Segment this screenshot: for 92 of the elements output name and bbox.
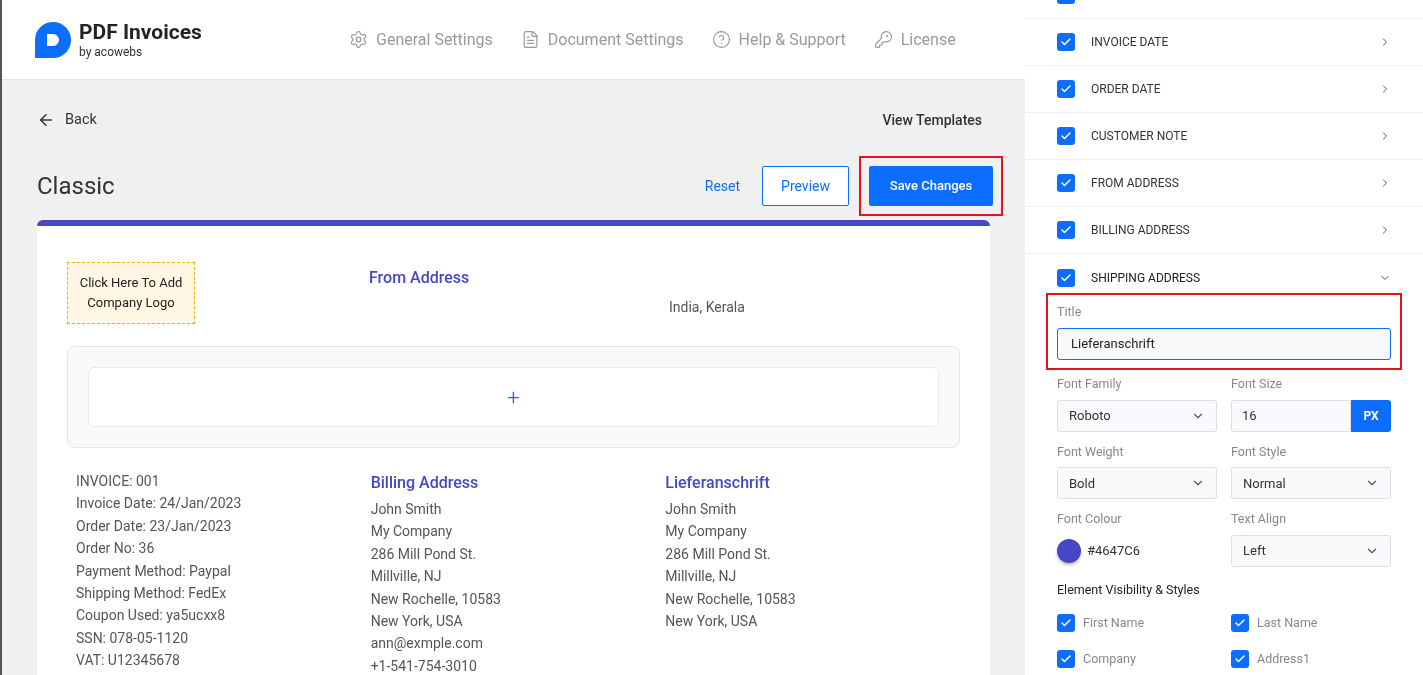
section-label: CUSTOMER NOTE [1091,128,1189,145]
address-heading: Lieferanschrift [665,472,771,494]
unit-button[interactable]: PX [1351,399,1391,432]
visibility-checkbox[interactable] [1057,614,1075,633]
address-line: 286 Mill Pond St. [370,544,478,564]
back-link[interactable]: Back [37,109,97,131]
help-icon [711,30,731,49]
brand-tagline: by acowebs [79,45,144,58]
invoice-detail: Order No: 36 [76,539,156,559]
font-size-label: Font Size [1231,374,1284,393]
invoice-detail: VAT: U12345678 [76,651,181,671]
check-icon [1060,224,1072,236]
check-icon [1060,177,1072,189]
address-line: New York, USA [370,612,464,632]
font-family-label: Font Family [1057,374,1123,393]
check-icon [1234,652,1246,665]
check-icon [1060,130,1072,142]
color-swatch[interactable] [1057,539,1081,563]
logo-upload-placeholder[interactable]: Click Here To Add Company Logo [67,262,195,324]
title-label: Title [1057,303,1083,321]
section-checkbox[interactable] [1057,127,1075,145]
section-row[interactable]: FROM ADDRESS [1025,160,1423,207]
font-style-label: Font Style [1231,442,1288,461]
view-templates-link[interactable]: View Templates [882,109,982,131]
preview-button[interactable]: Preview [762,166,849,206]
check-icon [1060,36,1072,48]
address-line: New Rochelle, 10583 [370,589,502,609]
settings-icon [349,30,368,49]
invoice-detail: Coupon Used: ya5ucxx8 [76,606,227,626]
visibility-checkbox[interactable] [1231,649,1249,668]
address-line: My Company [370,522,454,542]
save-changes-button[interactable]: Save Changes [869,166,993,206]
font-style-select[interactable]: Normal [1231,467,1391,500]
address-line: John Smith [665,500,738,519]
visibility-label: First Name [1083,613,1145,632]
visibility-checkbox[interactable] [1231,614,1249,633]
text-align-select[interactable]: Left [1231,535,1391,567]
section-row[interactable]: ORDER DATE [1025,66,1423,113]
section-label: BILLING ADDRESS [1091,222,1191,239]
section-row[interactable]: SHIPPING ADDRESS [1025,254,1423,301]
section-checkbox[interactable] [1057,174,1075,192]
address-line: My Company [665,522,748,542]
from-address-heading: From Address [369,267,471,289]
address-line: +1-541-754-3010 [370,656,478,675]
check-icon [1060,652,1072,665]
section-label: SHIPPING ADDRESS [1091,270,1202,287]
section-checkbox[interactable] [1057,269,1075,287]
visibility-label: Address1 [1257,649,1310,668]
address-line: ann@exmple.com [370,634,484,654]
key-icon [873,30,893,49]
invoice-detail: Payment Method: Paypal [76,561,232,581]
from-address-line: India, Kerala [669,298,745,317]
visibility-checkbox[interactable] [1057,649,1075,668]
address-line: Millville, NJ [370,567,443,587]
font-weight-select[interactable]: Bold [1057,467,1217,500]
visibility-label: Last Name [1257,613,1318,632]
address-line: John Smith [370,500,443,519]
visibility-label: Company [1083,649,1136,668]
address-heading: Billing Address [370,472,480,494]
section-label: INVOICE DATE [1091,34,1170,51]
brand-name: PDF Invoices [79,21,202,43]
reset-link[interactable]: Reset [704,175,741,197]
title-input[interactable]: Lieferanschrift [1057,327,1391,360]
template-title: Classic [37,171,115,202]
font-colour-label: Font Colour [1057,510,1123,529]
add-block-button[interactable]: + [88,367,939,427]
invoice-detail: Invoice Date: 24/Jan/2023 [76,494,243,514]
invoice-detail: Shipping Method: FedEx [76,584,228,604]
address-line: Millville, NJ [665,567,738,587]
font-family-select[interactable]: Roboto [1057,399,1217,432]
invoice-detail: SSN: 078-05-1120 [76,628,190,648]
section-checkbox[interactable] [1057,221,1075,239]
font-size-input[interactable]: 16 [1231,399,1351,432]
check-icon [1060,83,1072,95]
address-line: 286 Mill Pond St. [665,544,772,564]
invoice-detail: INVOICE: 001 [76,472,161,491]
check-icon [1060,272,1072,284]
address-line: New Rochelle, 10583 [665,589,797,609]
logo-icon [35,21,71,58]
section-row[interactable]: BILLING ADDRESS [1025,207,1423,254]
section-row[interactable]: INVOICE DATE [1025,19,1423,66]
text-align-label: Text Align [1231,510,1288,529]
section-checkbox[interactable] [1057,80,1075,98]
section-label: ORDER DATE [1091,81,1162,98]
section-checkbox[interactable] [1057,33,1075,51]
address-line: New York, USA [665,612,759,632]
invoice-detail: Order Date: 23/Jan/2023 [76,516,233,536]
section-row[interactable]: CUSTOMER NOTE [1025,113,1423,160]
visibility-heading: Element Visibility & Styles [1057,581,1201,599]
section-label: FROM ADDRESS [1091,175,1180,192]
font-weight-label: Font Weight [1057,442,1125,461]
color-value: #4647C6 [1087,542,1140,561]
